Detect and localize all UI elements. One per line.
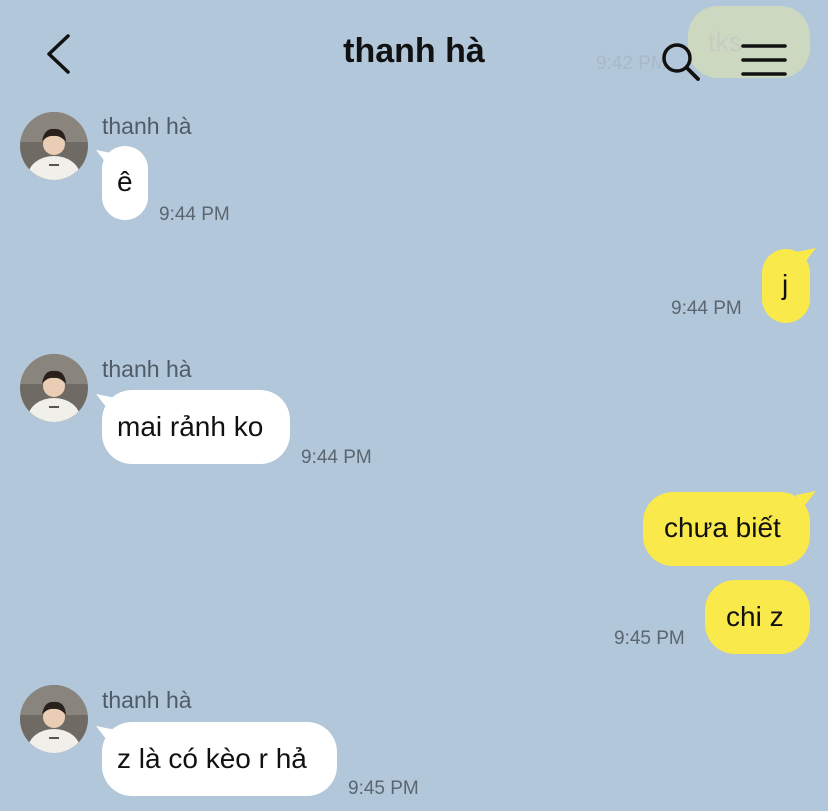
message-bubble-incoming[interactable]: ê xyxy=(102,146,148,220)
avatar[interactable] xyxy=(20,354,88,422)
chat-header: thanh hà xyxy=(0,0,828,110)
chat-title: thanh hà xyxy=(343,32,485,70)
search-icon[interactable] xyxy=(660,41,702,83)
message-timestamp: 9:45 PM xyxy=(614,628,685,649)
message-timestamp: 9:44 PM xyxy=(301,447,372,468)
avatar-photo-icon xyxy=(20,112,88,180)
message-bubble-incoming[interactable]: mai rảnh ko xyxy=(102,390,290,464)
sender-name: thanh hà xyxy=(102,356,192,382)
hamburger-menu-icon[interactable] xyxy=(741,42,787,78)
message-timestamp: 9:45 PM xyxy=(348,778,419,799)
sender-name: thanh hà xyxy=(102,687,192,713)
avatar-photo-icon xyxy=(20,354,88,422)
avatar-photo-icon xyxy=(20,685,88,753)
message-bubble-outgoing[interactable]: chi z xyxy=(705,580,810,654)
message-bubble-outgoing[interactable]: j xyxy=(762,249,810,323)
avatar[interactable] xyxy=(20,112,88,180)
avatar[interactable] xyxy=(20,685,88,753)
message-timestamp: 9:44 PM xyxy=(671,298,742,319)
message-bubble-incoming[interactable]: z là có kèo r hả xyxy=(102,722,337,796)
sender-name: thanh hà xyxy=(102,113,192,139)
message-timestamp: 9:44 PM xyxy=(159,204,230,225)
message-bubble-outgoing[interactable]: chưa biết xyxy=(643,492,810,566)
